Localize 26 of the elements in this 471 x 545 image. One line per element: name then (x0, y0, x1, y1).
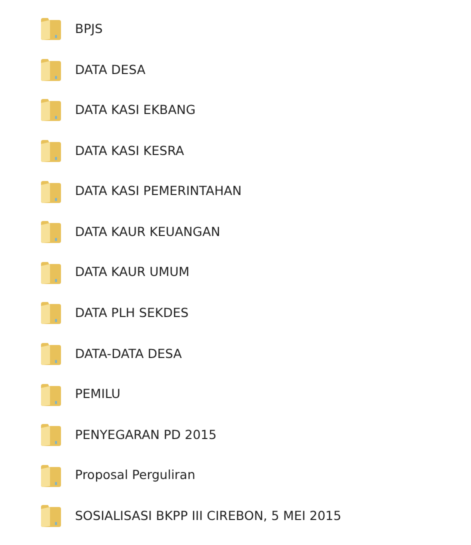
folder-icon (40, 504, 62, 528)
folder-icon (40, 342, 62, 366)
folder-name[interactable]: DATA KASI EKBANG (75, 101, 196, 120)
folder-name[interactable]: BPJS (75, 20, 103, 39)
folder-name[interactable]: DATA PLH SEKDES (75, 304, 189, 323)
folder-name[interactable]: PEMILU (75, 385, 120, 404)
folder-name[interactable]: Proposal Perguliran (75, 466, 196, 486)
folder-name[interactable]: DATA DESA (75, 60, 146, 80)
folder-name[interactable]: PENYEGARAN PD 2015 (75, 426, 217, 445)
folder-name[interactable]: DATA-DATA DESA (75, 344, 182, 364)
folder-name[interactable]: DATA KASI PEMERINTAHAN (75, 182, 242, 202)
folder-icon (40, 423, 62, 448)
folder-icon (40, 17, 62, 42)
folder-name[interactable]: DATA KAUR KEUANGAN (75, 222, 220, 242)
folder-name[interactable]: DATA KAUR UMUM (75, 263, 190, 282)
folder-icon (40, 464, 62, 488)
folder-icon (40, 220, 62, 244)
folder-icon (40, 58, 62, 82)
folder-icon (40, 139, 62, 164)
folder-icon (40, 98, 62, 122)
folder-icon (40, 382, 62, 407)
folder-icon (40, 301, 62, 326)
folder-name[interactable]: SOSIALISASI BKPP III CIREBON, 5 MEI 2015 (75, 507, 342, 526)
folder-icon (40, 260, 62, 285)
folder-name[interactable]: DATA KASI KESRA (75, 142, 184, 160)
folder-icon (40, 180, 62, 204)
